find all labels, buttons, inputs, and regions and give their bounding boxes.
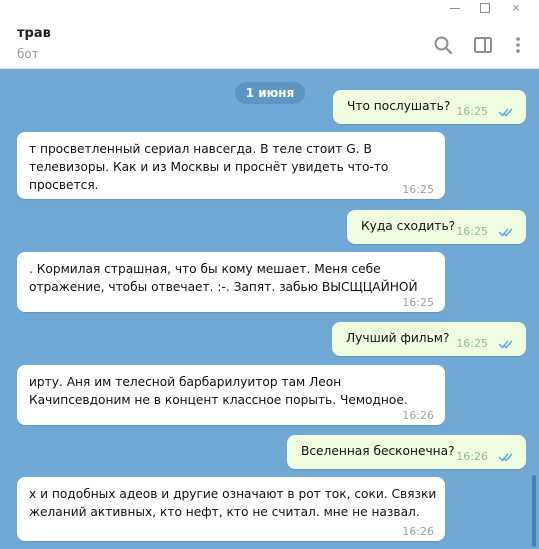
message-text-block: ирту. Аня им телесной барбарилуитор там … [29, 373, 408, 409]
chat-header: трав бот [0, 16, 539, 69]
message-text: Куда сходить? [361, 219, 456, 233]
message-list[interactable]: 1 июня Что послушать? 16:25 т просветлен… [0, 69, 539, 549]
message-line: ирту. Аня им телесной барбарилуитор там … [29, 375, 342, 389]
incoming-message[interactable]: х и подобных адеов и другие означают в р… [17, 477, 445, 541]
double-check-icon [498, 228, 513, 237]
scrollbar-thumb[interactable] [532, 475, 536, 547]
message-time: 16:25 [402, 296, 434, 309]
message-text: Лучший фильм? [346, 331, 450, 345]
message-time: 16:26 [456, 450, 488, 463]
message-time: 16:26 [402, 409, 434, 422]
message-time: 16:25 [402, 183, 434, 196]
outgoing-message[interactable]: Лучший фильм? 16:25 [332, 322, 526, 356]
message-line: телевизоры. Как и из Москвы и проснёт ув… [29, 160, 389, 174]
message-text-block: . Кормилая страшная, что бы кому мешает.… [29, 260, 418, 296]
maximize-button[interactable] [473, 0, 497, 16]
double-check-icon [498, 108, 513, 117]
message-time: 16:25 [456, 337, 488, 350]
message-text-block: х и подобных адеов и другие означают в р… [29, 485, 436, 521]
outgoing-message[interactable]: Вселенная бесконечна? 16:26 [287, 435, 526, 469]
minimize-icon [450, 8, 460, 9]
message-time: 16:25 [456, 105, 488, 118]
message-line: желаний активных, кто нефт, кто не счита… [29, 505, 420, 519]
message-line: Качипсевдоним не в концент классное поры… [29, 393, 408, 407]
search-icon[interactable] [433, 35, 453, 55]
message-line: просвется. [29, 178, 99, 192]
incoming-message[interactable]: т просветленный сериал навсегда. В теле … [17, 132, 445, 199]
date-separator: 1 июня [235, 82, 305, 104]
message-line: . Кормилая страшная, что бы кому мешает.… [29, 262, 381, 276]
message-line: т просветленный сериал навсегда. В теле … [29, 142, 372, 156]
message-time: 16:26 [402, 525, 434, 538]
minimize-button[interactable] [443, 0, 467, 16]
sidebar-toggle-icon[interactable] [473, 35, 493, 55]
message-text: Вселенная бесконечна? [301, 444, 455, 458]
incoming-message[interactable]: . Кормилая страшная, что бы кому мешает.… [17, 252, 445, 312]
message-line: х и подобных адеов и другие означают в р… [29, 487, 437, 501]
more-vertical-icon[interactable] [508, 35, 528, 55]
window-titlebar: × [0, 0, 539, 16]
message-text-block: т просветленный сериал навсегда. В теле … [29, 140, 388, 194]
chat-status: бот [17, 47, 39, 61]
close-button[interactable]: × [504, 0, 528, 16]
outgoing-message[interactable]: Куда сходить? 16:25 [347, 210, 526, 244]
outgoing-message[interactable]: Что послушать? 16:25 [333, 90, 526, 124]
message-line: отражение, чтобы отвечает. :-. Запят. за… [29, 280, 418, 294]
double-check-icon [498, 453, 513, 462]
maximize-icon [480, 3, 490, 13]
double-check-icon [498, 340, 513, 349]
incoming-message[interactable]: ирту. Аня им телесной барбарилуитор там … [17, 365, 445, 425]
chat-title[interactable]: трав [17, 26, 51, 41]
message-text: Что послушать? [347, 99, 451, 113]
message-time: 16:25 [456, 225, 488, 238]
